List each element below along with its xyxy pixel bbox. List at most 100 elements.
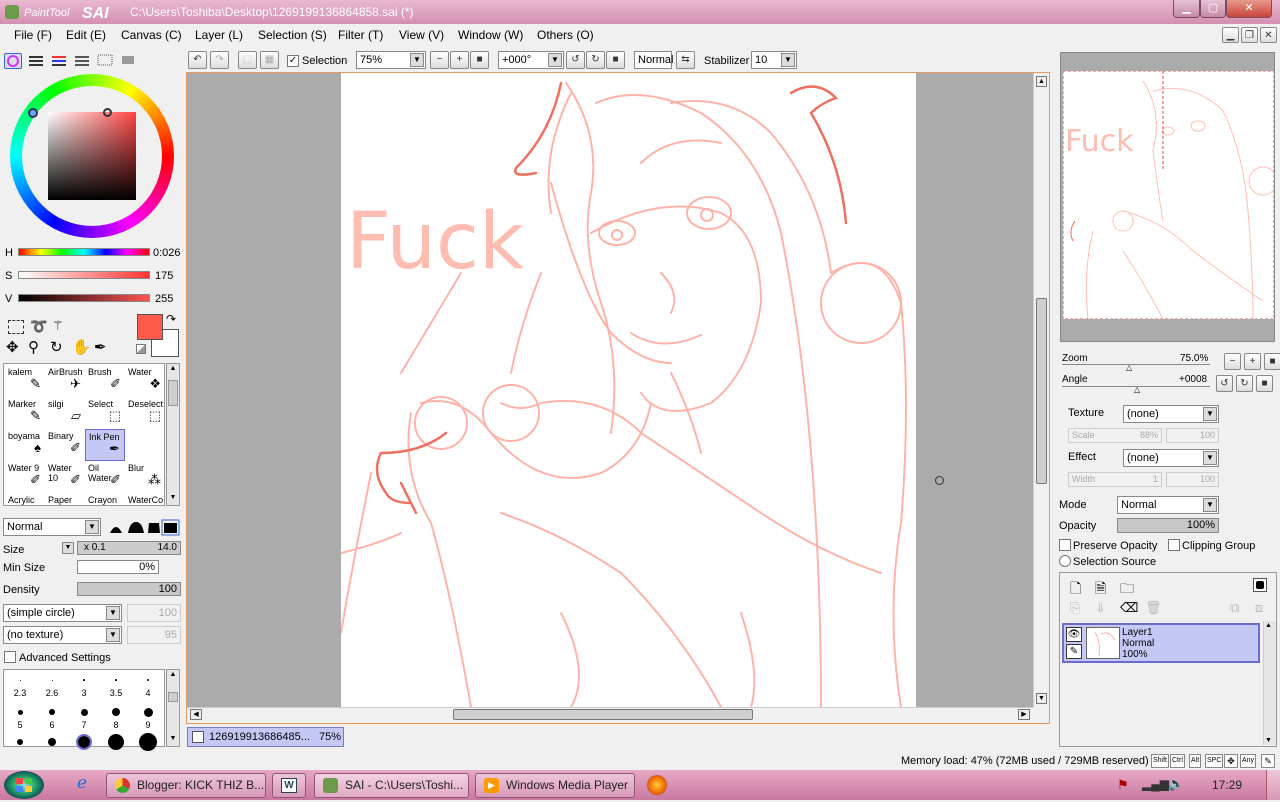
merge-down-icon[interactable]: ⇓: [1095, 600, 1106, 616]
firefox-icon[interactable]: [647, 775, 667, 795]
brush-slot[interactable]: Ink Pen ✒: [85, 429, 125, 461]
rect-select-icon[interactable]: [8, 320, 24, 334]
brush-slot[interactable]: silgi ▱: [45, 397, 85, 429]
preserve-opacity-checkbox[interactable]: [1059, 539, 1071, 552]
nav-zoom-in-button[interactable]: +: [1244, 353, 1261, 370]
zoom-icon[interactable]: ⚲: [28, 338, 39, 356]
brush-slot[interactable]: Brush ✐: [85, 365, 125, 397]
effect-select[interactable]: (none) ▼: [1123, 449, 1219, 467]
brush-slot[interactable]: Oil Water ✐: [85, 461, 125, 493]
nav-zoom-out-button[interactable]: −: [1224, 353, 1241, 370]
flip-horizontal-button[interactable]: ⇆: [676, 51, 695, 69]
document-tab[interactable]: 126919913686485... 75%: [187, 727, 344, 747]
layer-mode-select[interactable]: Normal ▼: [1117, 496, 1219, 514]
advanced-settings-checkbox[interactable]: [4, 651, 16, 664]
brush-slot[interactable]: Select ⬚: [85, 397, 125, 429]
brush-slot[interactable]: boyama ♠: [5, 429, 45, 461]
hue-cursor[interactable]: [28, 108, 38, 118]
effect-strength[interactable]: 100: [1166, 472, 1219, 487]
doc-close-button[interactable]: ✕: [1260, 27, 1277, 43]
scratchpad-mode-icon[interactable]: [96, 53, 114, 69]
layer-pen-icon[interactable]: ✎: [1066, 644, 1082, 659]
menu-others[interactable]: Others (O): [537, 28, 594, 42]
angle-select[interactable]: +000° ▼: [498, 51, 564, 69]
copy-layer-icon[interactable]: ⎘: [1070, 600, 1080, 616]
brush-blend-mode-select[interactable]: Normal ▼: [3, 518, 101, 536]
menu-selection[interactable]: Selection (S): [258, 28, 327, 42]
texture-select[interactable]: (none) ▼: [1123, 405, 1219, 423]
size-preset-dot[interactable]: [17, 739, 23, 745]
doc-minimize-button[interactable]: ▁: [1222, 27, 1239, 43]
size-preset[interactable]: 2.3: [4, 670, 36, 702]
brush-slot[interactable]: Binary ✐: [45, 429, 85, 461]
brush-grid-scrollbar[interactable]: ▲ ▼: [166, 363, 180, 506]
rotate-reset-button[interactable]: ■: [606, 51, 625, 69]
brush-slot[interactable]: Water 9 ✐: [5, 461, 45, 493]
invert-selection-button[interactable]: ▦: [260, 51, 279, 69]
zoom-in-button[interactable]: +: [450, 51, 469, 69]
color-wheel-mode-icon[interactable]: [4, 53, 22, 69]
delete-layer-icon[interactable]: 🗑: [1145, 600, 1162, 616]
saturation-value-square[interactable]: [48, 112, 136, 200]
size-preset[interactable]: 9: [132, 702, 164, 734]
taskbar-word[interactable]: W: [272, 773, 306, 798]
taskbar-sai[interactable]: SAI - C:\Users\Toshi...: [314, 773, 469, 798]
rgb-slider-mode-icon[interactable]: [27, 53, 45, 69]
tray-network-icon[interactable]: ▂▄▆: [1142, 777, 1169, 791]
size-preset[interactable]: 4: [132, 670, 164, 702]
menu-view[interactable]: View (V): [399, 28, 444, 42]
selection-checkbox[interactable]: ✓: [287, 55, 299, 68]
rotate-left-button[interactable]: ↺: [566, 51, 585, 69]
size-preset-scrollbar[interactable]: ▲ ▼: [166, 669, 180, 747]
texture-scale-slider[interactable]: Scale 88%: [1068, 428, 1162, 443]
tray-security-icon[interactable]: ⚑: [1117, 777, 1129, 793]
taskbar-chrome[interactable]: Blogger: KICK THIZ B...: [106, 773, 266, 798]
brush-slot[interactable]: AirBrush ✈: [45, 365, 85, 397]
blend-mode-field[interactable]: Normal: [634, 51, 673, 69]
maximize-button[interactable]: ▢: [1200, 0, 1226, 18]
nav-zoom-slider[interactable]: △: [1062, 363, 1210, 372]
minimize-button[interactable]: ▁: [1173, 0, 1200, 18]
hue-slider[interactable]: [18, 248, 150, 256]
redo-button[interactable]: ↷: [210, 51, 229, 69]
size-preset-dot[interactable]: [76, 734, 92, 750]
effect-width-slider[interactable]: Width 1: [1068, 472, 1162, 487]
brush-slot[interactable]: Blur ⁂: [125, 461, 165, 493]
value-slider[interactable]: [18, 294, 150, 302]
brush-slot[interactable]: Marker ✎: [5, 397, 45, 429]
size-preset-dot[interactable]: [139, 733, 157, 751]
brush-slot[interactable]: Deselect ⬚: [125, 397, 165, 429]
brush-texture-strength[interactable]: 95: [127, 626, 181, 644]
rotate-right-button[interactable]: ↻: [586, 51, 605, 69]
menu-window[interactable]: Window (W): [458, 28, 523, 42]
menu-canvas[interactable]: Canvas (C): [121, 28, 182, 42]
deselect-tool-button[interactable]: ⬚: [238, 51, 257, 69]
merge-visible-icon[interactable]: ⧈: [1255, 600, 1263, 616]
new-folder-icon[interactable]: 🗀: [1120, 578, 1134, 602]
move-icon[interactable]: ✥: [6, 338, 19, 356]
brush-slot[interactable]: Water 10 ✐: [45, 461, 85, 493]
layer-panel-scrollbar[interactable]: ▲ ▼: [1263, 621, 1276, 745]
size-preset[interactable]: 5: [4, 702, 36, 734]
zoom-out-button[interactable]: −: [430, 51, 449, 69]
undo-button[interactable]: ↶: [188, 51, 207, 69]
eyedropper-icon[interactable]: ✒: [94, 338, 107, 356]
brush-edge-selector[interactable]: [106, 518, 181, 536]
size-multiplier-dropdown[interactable]: ▼: [62, 542, 74, 554]
texture-strength[interactable]: 100: [1166, 428, 1219, 443]
menu-filter[interactable]: Filter (T): [338, 28, 383, 42]
clear-layer-icon[interactable]: ⌫: [1120, 600, 1138, 616]
canvas-horizontal-scrollbar[interactable]: ◀ ▶: [187, 707, 1033, 722]
zoom-select[interactable]: 75% ▼: [356, 51, 426, 69]
doc-restore-button[interactable]: ❐: [1241, 27, 1258, 43]
taskbar-clock[interactable]: 17:29: [1212, 778, 1242, 792]
saturation-slider[interactable]: [18, 271, 150, 279]
size-preset[interactable]: 3.5: [100, 670, 132, 702]
opacity-slider[interactable]: 100%: [1117, 518, 1219, 533]
close-button[interactable]: ✕: [1226, 0, 1272, 18]
color-swatch-mode-icon[interactable]: [73, 53, 91, 69]
menu-file[interactable]: File (F): [14, 28, 52, 42]
selection-source-radio[interactable]: [1059, 555, 1071, 567]
canvas-paper[interactable]: Fuck: [341, 73, 916, 707]
primary-color-swatch[interactable]: [137, 314, 163, 340]
